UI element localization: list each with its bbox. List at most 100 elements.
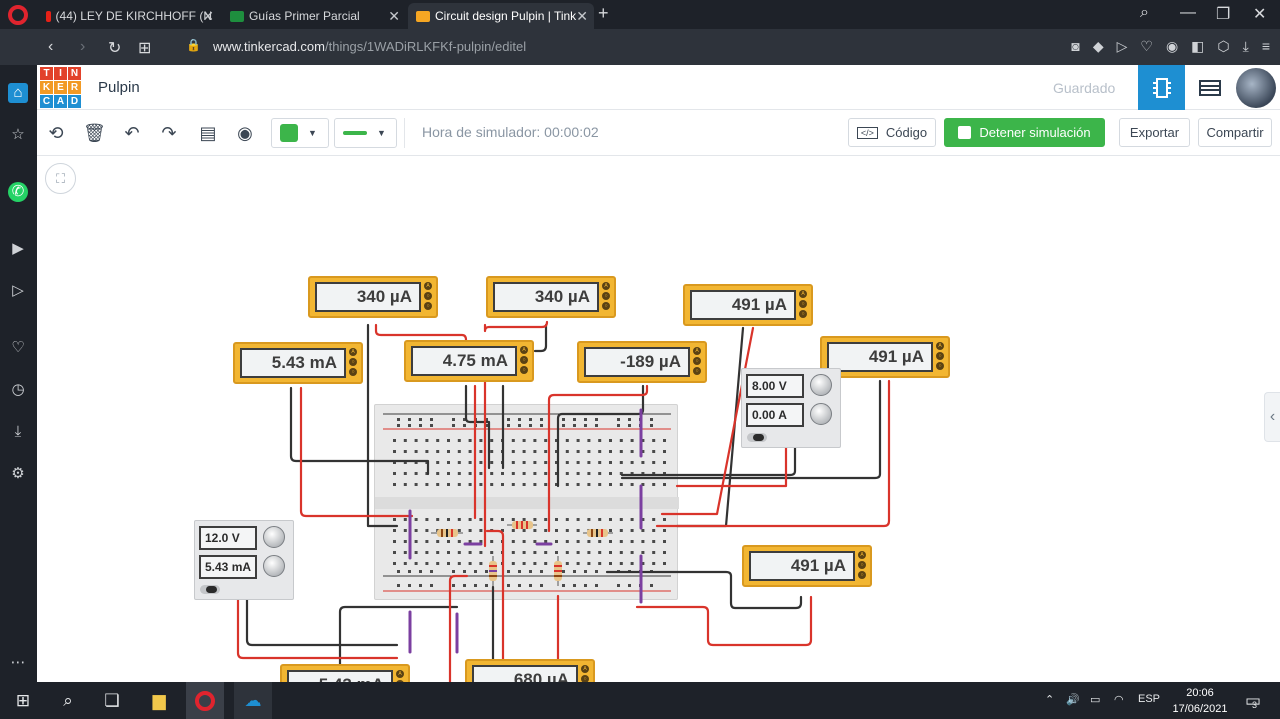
volume-icon[interactable]: 🔊 (1066, 693, 1080, 706)
resistor-r5[interactable] (554, 556, 562, 586)
circuit-view-button[interactable] (1138, 65, 1185, 110)
stop-simulation-button[interactable]: Detener simulación (944, 118, 1105, 147)
multimeter-3[interactable]: 491 µA A ○ ○ (683, 284, 813, 326)
url-field[interactable]: www.tinkercad.com/things/1WADiRLKFKf-pul… (213, 39, 526, 54)
resistor-r3[interactable] (583, 529, 613, 537)
undo-icon[interactable]: ↶ (121, 122, 143, 144)
voltage-knob[interactable] (810, 374, 832, 396)
power-supply-1[interactable]: 8.00 V 0.00 A (741, 368, 841, 448)
send-icon[interactable]: ▷ (8, 281, 28, 301)
window-close-icon[interactable]: ✕ (1253, 4, 1266, 24)
eye-icon[interactable]: ◉ (234, 122, 256, 144)
translate-icon[interactable]: ◧ (1191, 38, 1204, 55)
home-icon[interactable]: ⌂ (8, 83, 28, 103)
project-title[interactable]: Pulpin (98, 79, 140, 96)
psu-current: 5.43 mA (199, 555, 257, 579)
current-knob[interactable] (810, 403, 832, 425)
wire-black[interactable] (533, 323, 548, 353)
meter-terminals: A○○ (936, 342, 945, 372)
cube-icon[interactable]: ⬡ (1217, 38, 1229, 55)
note-icon[interactable]: ▤ (197, 122, 219, 144)
vpn-icon[interactable]: ◉ (1166, 38, 1178, 55)
history-icon[interactable]: ◷ (8, 380, 28, 400)
speed-dial-icon[interactable]: ⊞ (138, 38, 151, 58)
task-view-icon[interactable]: ❏ (99, 688, 125, 714)
current-knob[interactable] (263, 555, 285, 577)
send-icon[interactable]: ▷ (1117, 38, 1128, 55)
wire-black[interactable] (366, 323, 399, 528)
wire-red[interactable] (635, 595, 813, 647)
multimeter-4[interactable]: 5.43 mA A ○ ○ (233, 342, 363, 384)
wire-red[interactable] (483, 320, 549, 333)
notifications-icon[interactable]: ▭ 3 (1238, 688, 1264, 714)
tab-kirchhoff[interactable]: (44) LEY DE KIRCHHOFF (N ✕ (38, 3, 220, 29)
resistor-r1[interactable] (431, 529, 463, 537)
new-tab-icon[interactable]: + (598, 3, 609, 24)
power-switch[interactable] (200, 585, 220, 594)
tab-tinkercad[interactable]: Circuit design Pulpin | Tink ✕ (408, 3, 594, 29)
forward-icon[interactable]: › (80, 38, 85, 56)
multimeter-6[interactable]: -189 µA A ○ ○ (577, 341, 707, 383)
minimize-icon[interactable]: — (1180, 4, 1196, 22)
search-tabs-icon[interactable]: ⌕ (1140, 4, 1149, 22)
share-button[interactable]: Compartir (1198, 118, 1272, 147)
reload-icon[interactable]: ↻ (108, 38, 121, 58)
schematic-view-button[interactable] (1186, 65, 1233, 110)
simulator-time: Hora de simulador: 00:00:02 (422, 124, 599, 140)
user-avatar[interactable] (1236, 68, 1276, 108)
close-icon[interactable]: ✕ (202, 8, 214, 25)
multimeter-1[interactable]: 340 µA A ○ ○ (308, 276, 438, 318)
shield-icon[interactable]: ◆ (1093, 38, 1104, 55)
export-button[interactable]: Exportar (1119, 118, 1190, 147)
wire-black[interactable] (289, 386, 430, 476)
resistor-r4[interactable] (489, 556, 497, 586)
windows-start-icon[interactable]: ⊞ (10, 688, 36, 714)
more-icon[interactable]: ⋯ (8, 653, 28, 673)
back-icon[interactable]: ‹ (48, 38, 53, 56)
heart-icon[interactable]: ♡ (1140, 38, 1153, 55)
power-supply-2[interactable]: 12.0 V 5.43 mA (194, 520, 294, 600)
chevron-up-icon[interactable]: ⌃ (1045, 693, 1054, 706)
opera-logo-icon[interactable] (8, 5, 28, 25)
multimeter-2[interactable]: 340 µA A ○ ○ (486, 276, 616, 318)
redo-icon[interactable]: ↷ (158, 122, 180, 144)
maximize-icon[interactable]: ❐ (1216, 4, 1230, 24)
wire-style-picker[interactable]: ▼ (334, 118, 397, 148)
circuit-canvas[interactable]: ⛶ ‹ 340 µA A ○ ○ 340 µA A ○ ○ 491 µA A ○… (37, 156, 1280, 706)
whatsapp-icon[interactable]: ✆ (8, 182, 28, 202)
wire-black[interactable] (556, 384, 645, 488)
code-button[interactable]: </> Código (848, 118, 936, 147)
close-icon[interactable]: ✕ (576, 8, 588, 25)
player-icon[interactable]: ▶ (8, 239, 28, 259)
download-icon[interactable]: ⤓ (8, 422, 28, 442)
wire-red[interactable] (299, 386, 414, 518)
search-icon[interactable]: ⌕ (55, 688, 81, 714)
settings-icon[interactable]: ⚙ (8, 464, 28, 484)
menu-icon[interactable]: ≡ (1262, 38, 1270, 55)
multimeter-5[interactable]: 4.75 mA A ○ ○ (404, 340, 534, 382)
power-switch[interactable] (747, 433, 767, 442)
system-clock[interactable]: 20:06 17/06/2021 (1171, 685, 1229, 717)
download-icon[interactable]: ⤓ (1243, 38, 1249, 55)
delete-icon[interactable]: 🗑 (83, 122, 106, 144)
clock-time: 20:06 (1186, 687, 1214, 699)
close-icon[interactable]: ✕ (388, 8, 400, 25)
star-icon[interactable]: ☆ (8, 125, 28, 145)
heart-icon[interactable]: ♡ (8, 338, 28, 358)
resistor-r2[interactable] (507, 521, 537, 529)
fill-color-picker[interactable]: ▼ (271, 118, 329, 148)
app-taskbar-icon[interactable]: ☁ (234, 682, 272, 719)
camera-icon[interactable]: ◙ (1071, 38, 1079, 55)
opera-taskbar-icon[interactable] (186, 682, 224, 719)
wire-red[interactable] (547, 384, 649, 533)
file-explorer-icon[interactable]: ▆ (146, 688, 172, 714)
tinkercad-logo[interactable]: TIN KER CAD (40, 67, 81, 108)
rotate-icon[interactable]: ⟲ (45, 122, 67, 144)
tab-guias[interactable]: Guías Primer Parcial ✕ (222, 3, 406, 29)
battery-icon[interactable]: ▭ (1090, 693, 1100, 706)
voltage-knob[interactable] (263, 526, 285, 548)
address-bar: ‹ › ↻ ⊞ 🔒 www.tinkercad.com/things/1WADi… (0, 29, 1280, 65)
language-indicator[interactable]: ESP (1138, 693, 1160, 705)
wifi-icon[interactable]: ◠ (1114, 693, 1124, 706)
multimeter-8[interactable]: 491 µA A ○ ○ (742, 545, 872, 587)
